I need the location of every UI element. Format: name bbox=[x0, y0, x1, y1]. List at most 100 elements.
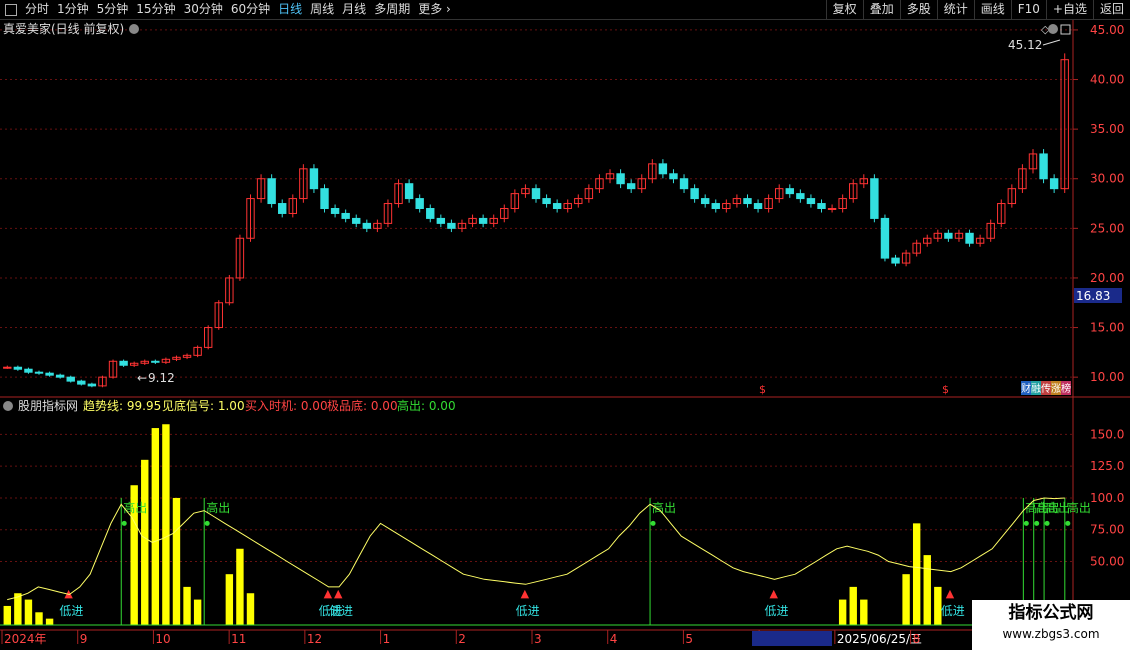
toolbar-button-3[interactable]: 统计 bbox=[936, 0, 974, 19]
indicator-tick-label: 50.00 bbox=[1090, 554, 1124, 568]
toolbar-button-0[interactable]: 复权 bbox=[825, 0, 863, 19]
candle-body bbox=[415, 198, 424, 210]
indicator-tick-label: 125.0 bbox=[1090, 459, 1124, 473]
indicator-dropdown-icon[interactable] bbox=[3, 401, 13, 411]
time-label: 4 bbox=[610, 632, 618, 646]
candle-body bbox=[690, 188, 699, 200]
toolbar: 分时 1分钟 5分钟 15分钟 30分钟 60分钟 日线 周线 月线 多周期 更多 › 复权 叠加 多股… bbox=[0, 0, 1130, 20]
period-tabs: 分时 1分钟 5分钟 15分钟 30分钟 60分钟 日线 周线 月线 多周期 更多 › bbox=[0, 0, 455, 19]
time-label: 3 bbox=[534, 632, 542, 646]
period-tab-9[interactable]: 多周期 bbox=[370, 0, 414, 19]
bottom-signal-bar bbox=[236, 548, 244, 625]
candle-body bbox=[55, 374, 65, 378]
toolbar-button-7[interactable]: 返回 bbox=[1092, 0, 1130, 19]
buy-arrow-icon: ▲ bbox=[324, 587, 333, 600]
period-tab-6[interactable]: 日线 bbox=[274, 0, 306, 19]
bottom-signal-label: 见底信号: 1.00 bbox=[162, 398, 245, 413]
time-label: 2 bbox=[458, 632, 466, 646]
period-tab-10[interactable]: 更多 › bbox=[414, 0, 455, 19]
high-out-signal-text: 高出 bbox=[1067, 500, 1091, 515]
bottom-signal-bar bbox=[849, 586, 857, 625]
candlestick-series bbox=[3, 53, 1069, 388]
candle-body bbox=[87, 383, 97, 387]
candle-body bbox=[341, 212, 350, 219]
bottom-signal-bar bbox=[183, 586, 191, 625]
bottom-signal-bar bbox=[24, 599, 33, 625]
price-tick-label: 20.00 bbox=[1090, 271, 1124, 285]
candle-body bbox=[817, 203, 826, 210]
time-axis-labels: 2024年91011121234562025/06/25/三89 bbox=[1, 630, 996, 646]
candle-body bbox=[542, 198, 551, 205]
time-label: 2025/06/25/三 bbox=[837, 632, 922, 646]
high-out-dot bbox=[1023, 520, 1029, 526]
candle-body bbox=[743, 198, 752, 205]
time-label: 10 bbox=[155, 632, 170, 646]
info-tag-text[interactable]: 传 bbox=[1041, 383, 1051, 395]
candle-body bbox=[436, 217, 446, 224]
high-out-label: 高出: 0.00 bbox=[397, 398, 456, 413]
settings-dropdown-icon[interactable] bbox=[1048, 24, 1058, 34]
time-label: 11 bbox=[231, 632, 246, 646]
candle-body bbox=[806, 198, 816, 205]
indicator-tick-label: 100.0 bbox=[1090, 491, 1124, 505]
bottom-signal-bar bbox=[246, 593, 255, 625]
candle-body bbox=[880, 217, 890, 259]
candle-body bbox=[3, 366, 12, 369]
info-tag-text[interactable]: 融 bbox=[1031, 383, 1041, 395]
toolbar-button-4[interactable]: 画线 bbox=[973, 0, 1011, 19]
period-tab-4[interactable]: 30分钟 bbox=[180, 0, 227, 19]
bottom-signal-bar bbox=[902, 574, 910, 625]
candle-body bbox=[24, 368, 33, 373]
buy-arrow-icon: ▲ bbox=[521, 587, 530, 600]
info-tag-text[interactable]: 涨 bbox=[1051, 383, 1061, 395]
candle-body bbox=[1049, 178, 1059, 190]
candle-body bbox=[278, 203, 287, 214]
current-date-box bbox=[752, 631, 832, 646]
period-tab-0[interactable]: 分时 bbox=[21, 0, 53, 19]
candle-body bbox=[151, 360, 160, 363]
price-tick-label: 45.00 bbox=[1090, 23, 1124, 37]
toolbar-button-2[interactable]: 多股 bbox=[899, 0, 937, 19]
period-tab-8[interactable]: 月线 bbox=[338, 0, 370, 19]
candle-body bbox=[944, 232, 953, 239]
candle-body bbox=[320, 188, 329, 210]
window-icon[interactable] bbox=[5, 3, 17, 16]
info-tag-text[interactable]: 榜 bbox=[1061, 382, 1071, 395]
bottom-signal-bar bbox=[225, 574, 234, 625]
period-tab-3[interactable]: 15分钟 bbox=[132, 0, 179, 19]
candle-body bbox=[34, 371, 44, 374]
indicator-tick-label: 75.00 bbox=[1090, 523, 1124, 537]
candle-body bbox=[77, 380, 86, 385]
info-tag-text[interactable]: 财 bbox=[1021, 382, 1031, 395]
bottom-signal-bar bbox=[860, 599, 868, 625]
high-out-dot bbox=[204, 520, 210, 526]
candle-body bbox=[679, 178, 689, 190]
price-tick-label: 30.00 bbox=[1090, 172, 1124, 186]
candle-body bbox=[626, 183, 636, 190]
toolbar-button-5[interactable]: F10 bbox=[1010, 0, 1046, 19]
bottom-signal-bar bbox=[193, 599, 202, 625]
bottom-signal-bar bbox=[838, 599, 847, 625]
buy-arrow-icon: ▲ bbox=[334, 587, 343, 600]
candle-body bbox=[785, 188, 794, 195]
info-tags: 财融传涨榜 bbox=[1021, 381, 1071, 395]
high-out-dot bbox=[1065, 520, 1071, 526]
toolbar-button-1[interactable]: 叠加 bbox=[862, 0, 900, 19]
period-tab-1[interactable]: 1分钟 bbox=[53, 0, 93, 19]
candle-body bbox=[267, 178, 276, 205]
watermark-title: 指标公式网 bbox=[1008, 603, 1094, 623]
bottom-signal-bar bbox=[172, 497, 181, 625]
bottom-signal-bar bbox=[141, 459, 149, 625]
period-tab-2[interactable]: 5分钟 bbox=[93, 0, 133, 19]
stock-title: 真爱美家(日线 前复权) bbox=[3, 21, 124, 36]
period-tab-5[interactable]: 60分钟 bbox=[227, 0, 274, 19]
toolbar-button-6[interactable]: +自选 bbox=[1045, 0, 1093, 19]
buy-arrow-icon: ▲ bbox=[769, 587, 778, 600]
candle-body bbox=[711, 203, 720, 210]
dollar-marker-2: $ bbox=[942, 383, 949, 396]
period-tab-7[interactable]: 周线 bbox=[306, 0, 338, 19]
low-in-signal-text: 低进 bbox=[329, 604, 353, 618]
candle-body bbox=[478, 217, 488, 224]
title-dropdown-icon[interactable] bbox=[129, 24, 139, 34]
bottom-signal-bar bbox=[912, 523, 921, 625]
